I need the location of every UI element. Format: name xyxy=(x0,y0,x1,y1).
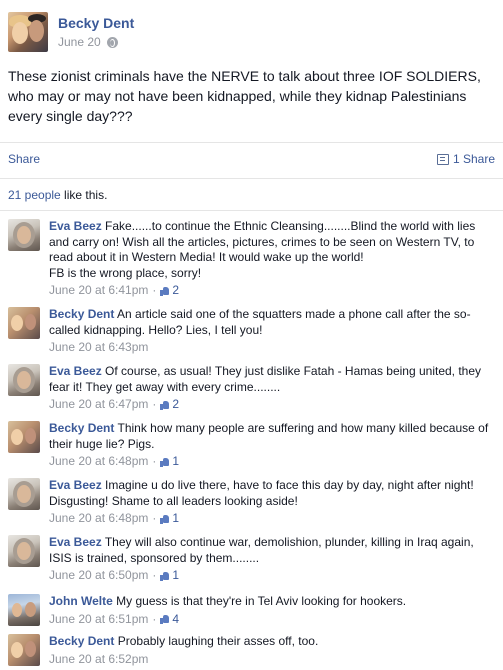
post-meta: June 20 xyxy=(58,35,118,49)
comment-author[interactable]: John Welte xyxy=(49,594,113,608)
post-text: These zionist criminals have the NERVE t… xyxy=(8,68,481,124)
comment-time[interactable]: June 20 at 6:51pm xyxy=(49,612,148,628)
divider xyxy=(0,210,503,211)
comment-author[interactable]: Becky Dent xyxy=(49,634,114,648)
comment-like-count[interactable]: 1 xyxy=(160,511,179,527)
comment-time[interactable]: June 20 at 6:43pm xyxy=(49,340,148,356)
globe-icon[interactable] xyxy=(106,36,118,48)
author-avatar[interactable] xyxy=(8,12,48,52)
comment-like-count[interactable]: 1 xyxy=(160,454,179,470)
comment-like-count[interactable]: 2 xyxy=(160,397,179,413)
comment-like-count[interactable]: 2 xyxy=(160,283,179,299)
share-count-label: 1 Share xyxy=(452,152,495,166)
comment-author[interactable]: Eva Beez xyxy=(49,535,102,549)
thumbs-up-icon xyxy=(160,614,170,625)
divider xyxy=(0,142,503,143)
comment-text: Imagine u do live there, have to face th… xyxy=(49,478,474,508)
comment-text: Think how many people are suffering and … xyxy=(49,421,489,451)
commenter-avatar[interactable] xyxy=(8,478,40,510)
commenter-avatar[interactable] xyxy=(8,594,40,626)
comment-text: My guess is that they're in Tel Aviv loo… xyxy=(116,594,407,608)
share-count[interactable]: 1 Share xyxy=(436,152,495,166)
thumbs-up-icon xyxy=(160,457,170,467)
comment-author[interactable]: Eva Beez xyxy=(49,364,102,378)
thumbs-up-icon xyxy=(160,571,170,581)
post-author-name[interactable]: Becky Dent xyxy=(58,15,134,31)
likes-summary: 21 people like this. xyxy=(8,188,107,202)
comment-text: Probably laughing their asses off, too. xyxy=(117,634,319,648)
comment-like-count[interactable]: 4 xyxy=(160,612,179,628)
comment-text: Fake......to continue the Ethnic Cleansi… xyxy=(49,219,476,280)
commenter-avatar[interactable] xyxy=(8,219,40,251)
comment-time[interactable]: June 20 at 6:50pm xyxy=(49,568,148,584)
commenter-avatar[interactable] xyxy=(8,535,40,567)
thumbs-up-icon xyxy=(160,400,170,410)
comment-like-count[interactable]: 1 xyxy=(160,568,179,584)
commenter-avatar[interactable] xyxy=(8,364,40,396)
commenter-avatar[interactable] xyxy=(8,634,40,666)
comment-text: Of course, as usual! They just dislike F… xyxy=(49,364,482,394)
comment-author[interactable]: Becky Dent xyxy=(49,421,114,435)
thumbs-up-icon xyxy=(160,286,170,296)
comment-text: They will also continue war, demolishion… xyxy=(49,535,474,565)
share-icon xyxy=(436,153,449,165)
post-action-bar: Share 1 Share xyxy=(8,150,495,170)
thumbs-up-icon xyxy=(160,514,170,524)
comment-author[interactable]: Becky Dent xyxy=(49,307,114,321)
comment-author[interactable]: Eva Beez xyxy=(49,478,102,492)
post-date[interactable]: June 20 xyxy=(58,35,101,49)
comment-time[interactable]: June 20 at 6:52pm xyxy=(49,652,148,668)
commenter-avatar[interactable] xyxy=(8,307,40,339)
post-header: Becky Dent June 20 xyxy=(8,8,488,52)
comment-time[interactable]: June 20 at 6:48pm xyxy=(49,511,148,527)
commenter-avatar[interactable] xyxy=(8,421,40,453)
divider xyxy=(0,178,503,179)
likes-rest: like this. xyxy=(60,188,108,202)
comment-author[interactable]: Eva Beez xyxy=(49,219,102,233)
share-button[interactable]: Share xyxy=(8,152,40,166)
likes-people-link[interactable]: 21 people xyxy=(8,188,61,202)
comment-time[interactable]: June 20 at 6:47pm xyxy=(49,397,148,413)
comment-time[interactable]: June 20 at 6:48pm xyxy=(49,454,148,470)
comment-time[interactable]: June 20 at 6:41pm xyxy=(49,283,148,299)
